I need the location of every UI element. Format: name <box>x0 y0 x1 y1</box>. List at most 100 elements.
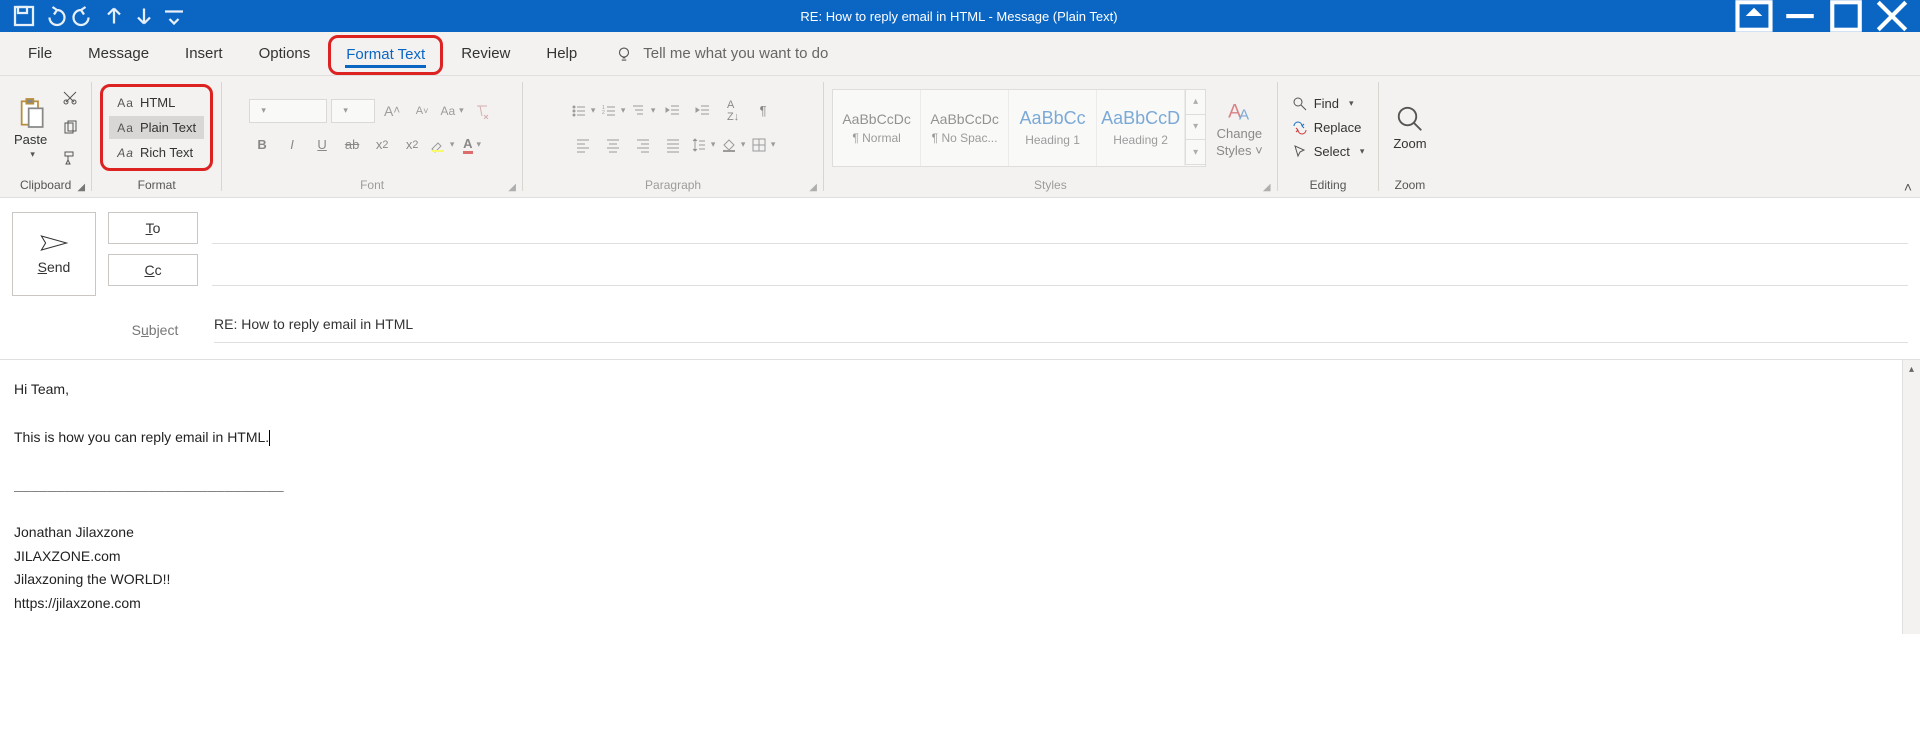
subject-input[interactable]: RE: How to reply email in HTML <box>214 316 1908 343</box>
sort-icon[interactable]: AZ↓ <box>720 98 746 124</box>
font-name-combo[interactable]: ▾ <box>249 99 327 123</box>
font-size-combo[interactable]: ▾ <box>331 99 375 123</box>
cc-button[interactable]: Cc <box>108 254 198 286</box>
svg-text:2: 2 <box>602 110 605 116</box>
group-paragraph: ▾ 12▾ ▾ AZ↓ ¶ ▾ ▾ ▾ Paragraph ◢ <box>523 76 823 197</box>
save-icon[interactable] <box>12 4 36 28</box>
chevron-up-icon[interactable]: ▴ <box>1185 90 1205 115</box>
body-line: Jilaxzoning the WORLD!! <box>14 568 1906 592</box>
tell-me-search[interactable]: Tell me what you want to do <box>615 45 828 63</box>
close-button[interactable] <box>1870 0 1914 32</box>
subject-label: Subject <box>110 322 200 338</box>
up-arrow-icon <box>102 4 126 28</box>
group-font: ▾ ▾ A˄ A˅ Aa▾ B I U ab x2 x2 ▾ A▾ Font ◢ <box>222 76 522 197</box>
group-label: Clipboard <box>20 175 71 195</box>
group-label: Zoom <box>1395 175 1426 195</box>
highlight-color-icon[interactable]: ▾ <box>429 132 455 158</box>
dialog-launcher-icon[interactable]: ◢ <box>1260 180 1274 194</box>
dialog-launcher-icon[interactable]: ◢ <box>806 180 820 194</box>
justify-icon[interactable] <box>660 132 686 158</box>
down-arrow-icon <box>132 4 156 28</box>
tab-review[interactable]: Review <box>443 32 528 76</box>
send-button[interactable]: Send <box>12 212 96 296</box>
minimize-button[interactable] <box>1778 0 1822 32</box>
underline-button[interactable]: U <box>309 132 335 158</box>
decrease-font-icon[interactable]: A˅ <box>409 98 435 124</box>
message-body[interactable]: Hi Team, This is how you can reply email… <box>0 359 1920 634</box>
subscript-button[interactable]: x2 <box>369 132 395 158</box>
cut-button[interactable] <box>57 85 83 111</box>
to-button[interactable]: To <box>108 212 198 244</box>
collapse-ribbon-icon[interactable]: ˄ <box>1904 179 1912 195</box>
group-zoom: Zoom Zoom <box>1379 76 1440 197</box>
tab-file[interactable]: File <box>10 32 70 76</box>
paste-label: Paste <box>14 132 47 147</box>
to-input[interactable] <box>212 212 1908 244</box>
format-options: AaHTML AaPlain Text AaRich Text <box>100 84 213 171</box>
style-no-spacing[interactable]: AaBbCcDc¶ No Spac... <box>921 90 1009 166</box>
dialog-launcher-icon[interactable]: ◢ <box>505 180 519 194</box>
cc-input[interactable] <box>212 254 1908 286</box>
ribbon-tabs: File Message Insert Options Format Text … <box>0 32 1920 76</box>
body-line: JILAXZONE.com <box>14 545 1906 569</box>
change-case-icon[interactable]: Aa▾ <box>439 98 465 124</box>
style-gallery[interactable]: AaBbCcDc¶ Normal AaBbCcDc¶ No Spac... Aa… <box>832 89 1206 167</box>
group-editing: Find▾ Replace Select▾ Editing <box>1278 76 1379 197</box>
chevron-down-icon[interactable]: ▾ <box>1185 115 1205 140</box>
group-styles: AaBbCcDc¶ Normal AaBbCcDc¶ No Spac... Aa… <box>824 76 1277 197</box>
multilevel-list-icon[interactable]: ▾ <box>630 98 656 124</box>
italic-button[interactable]: I <box>279 132 305 158</box>
bullets-icon[interactable]: ▾ <box>570 98 596 124</box>
strikethrough-button[interactable]: ab <box>339 132 365 158</box>
lightbulb-icon <box>615 45 633 63</box>
scroll-up-icon[interactable]: ▴ <box>1903 360 1920 378</box>
style-heading-2[interactable]: AaBbCcDHeading 2 <box>1097 90 1185 166</box>
more-icon[interactable]: ▾ <box>1185 140 1205 165</box>
ribbon-display-options-icon[interactable] <box>1732 0 1776 32</box>
align-left-icon[interactable] <box>570 132 596 158</box>
change-styles-button[interactable]: AA Change Styles ˅ <box>1210 94 1269 162</box>
align-right-icon[interactable] <box>630 132 656 158</box>
bold-button[interactable]: B <box>249 132 275 158</box>
align-center-icon[interactable] <box>600 132 626 158</box>
customize-qat-icon[interactable] <box>162 4 186 28</box>
increase-font-icon[interactable]: A˄ <box>379 98 405 124</box>
tab-help[interactable]: Help <box>528 32 595 76</box>
format-rich-text[interactable]: AaRich Text <box>109 141 204 164</box>
copy-button[interactable] <box>57 115 83 141</box>
paste-button[interactable]: Paste ▾ <box>8 92 53 164</box>
redo-icon[interactable] <box>72 4 96 28</box>
undo-icon[interactable] <box>42 4 66 28</box>
decrease-indent-icon[interactable] <box>660 98 686 124</box>
numbering-icon[interactable]: 12▾ <box>600 98 626 124</box>
body-line: This is how you can reply email in HTML. <box>14 426 1906 450</box>
shading-icon[interactable]: ▾ <box>720 132 746 158</box>
maximize-button[interactable] <box>1824 0 1868 32</box>
format-html[interactable]: AaHTML <box>109 91 204 114</box>
increase-indent-icon[interactable] <box>690 98 716 124</box>
style-heading-1[interactable]: AaBbCcHeading 1 <box>1009 90 1097 166</box>
vertical-scrollbar[interactable]: ▴ <box>1902 360 1920 634</box>
font-color-icon[interactable]: A▾ <box>459 132 485 158</box>
zoom-button[interactable]: Zoom <box>1387 100 1432 155</box>
tab-insert[interactable]: Insert <box>167 32 241 76</box>
superscript-button[interactable]: x2 <box>399 132 425 158</box>
gallery-scroll[interactable]: ▴▾▾ <box>1185 90 1205 166</box>
tell-me-placeholder: Tell me what you want to do <box>643 45 828 62</box>
show-marks-icon[interactable]: ¶ <box>750 98 776 124</box>
format-plain-text[interactable]: AaPlain Text <box>109 116 204 139</box>
group-label: Styles <box>1034 175 1067 195</box>
replace-button[interactable]: Replace <box>1286 118 1368 138</box>
tab-options[interactable]: Options <box>241 32 329 76</box>
title-bar: RE: How to reply email in HTML - Message… <box>0 0 1920 32</box>
clear-formatting-icon[interactable] <box>469 98 495 124</box>
select-button[interactable]: Select▾ <box>1286 142 1371 162</box>
line-spacing-icon[interactable]: ▾ <box>690 132 716 158</box>
tab-format-text[interactable]: Format Text <box>328 35 443 75</box>
find-button[interactable]: Find▾ <box>1286 94 1360 114</box>
tab-message[interactable]: Message <box>70 32 167 76</box>
format-painter-button[interactable] <box>57 145 83 171</box>
style-normal[interactable]: AaBbCcDc¶ Normal <box>833 90 921 166</box>
borders-icon[interactable]: ▾ <box>750 132 776 158</box>
dialog-launcher-icon[interactable]: ◢ <box>74 180 88 194</box>
